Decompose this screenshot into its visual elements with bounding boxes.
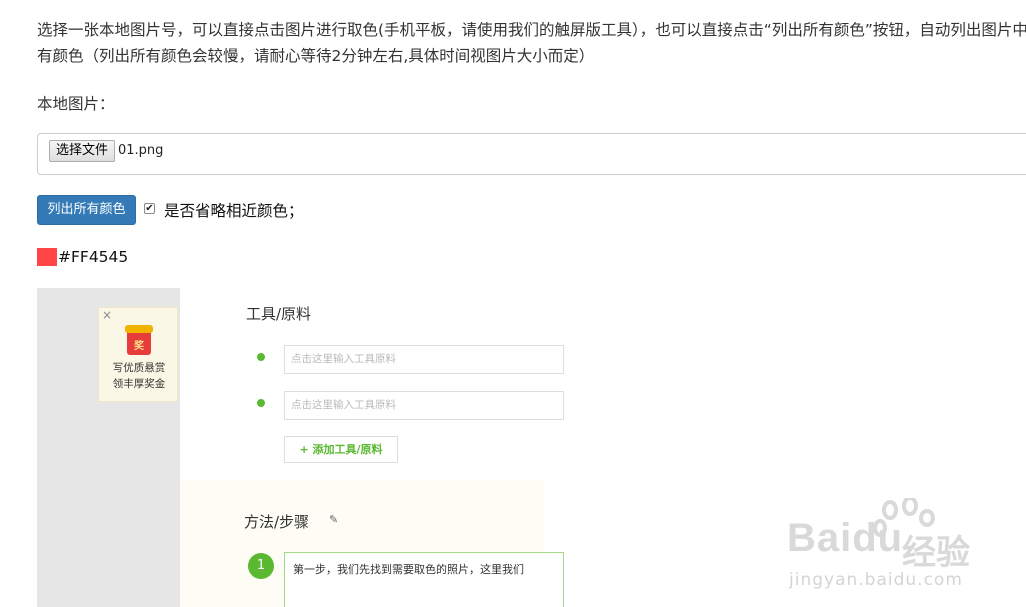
local-image-label: 本地图片： xyxy=(37,95,115,113)
intro-text: 选择一张本地图片号，可以直接点击图片进行取色(手机平板，请使用我们的触屏版工具）… xyxy=(37,17,1026,69)
reward-ad-card[interactable]: × 奖 写优质悬赏 领丰厚奖金 xyxy=(98,307,178,402)
ignore-similar-label: 是否省略相近颜色； xyxy=(164,202,304,220)
tools-section-title: 工具/原料 xyxy=(246,305,312,323)
preview-left-gutter: × 奖 写优质悬赏 领丰厚奖金 xyxy=(37,288,180,607)
color-swatch xyxy=(37,248,57,266)
ad-line-2: 领丰厚奖金 xyxy=(112,378,166,390)
loaded-image-preview[interactable]: × 奖 写优质悬赏 领丰厚奖金 工具/原料 点击这里输入工具原料 点击这里输入工… xyxy=(37,288,1026,607)
method-section: 方法/步骤 ✎ 1 第一步，我们先找到需要取色的照片，这里我们 xyxy=(180,480,564,607)
step-number-badge: 1 xyxy=(248,553,274,579)
list-all-colors-button[interactable]: 列出所有颜色 xyxy=(37,195,136,225)
tool-input-1[interactable]: 点击这里输入工具原料 xyxy=(284,345,564,374)
ad-line-1: 写优质悬赏 xyxy=(112,362,166,374)
watermark-brand-du: du xyxy=(852,516,904,560)
tool-input-2[interactable]: 点击这里输入工具原料 xyxy=(284,391,564,420)
intro-line-2: 有颜色（列出所有颜色会较慢，请耐心等待2分钟左右,具体时间视图片大小而定） xyxy=(37,47,595,65)
watermark-brand: Baidu xyxy=(787,516,903,561)
file-input-box[interactable]: 选择文件 01.png xyxy=(37,133,1026,175)
method-section-title: 方法/步骤 xyxy=(244,513,310,531)
step-text-box[interactable]: 第一步，我们先找到需要取色的照片，这里我们 xyxy=(284,552,564,607)
ignore-similar-checkbox[interactable]: ✔ xyxy=(144,203,155,214)
add-tool-button[interactable]: + 添加工具/原料 xyxy=(284,436,398,463)
watermark-cn: 经验 xyxy=(902,533,970,573)
reward-char: 奖 xyxy=(134,341,144,352)
baidu-watermark: Baidu 经验 jingyan.baidu.com xyxy=(787,498,1026,598)
picked-color-hex: #FF4545 xyxy=(58,248,129,266)
pencil-icon[interactable]: ✎ xyxy=(329,513,338,526)
red-envelope-icon: 奖 xyxy=(125,325,153,355)
close-icon[interactable]: × xyxy=(102,308,112,322)
bullet-dot xyxy=(257,353,265,361)
selected-file-name: 01.png xyxy=(118,143,164,158)
preview-editor-panel: 工具/原料 点击这里输入工具原料 点击这里输入工具原料 + 添加工具/原料 方法… xyxy=(180,288,564,607)
watermark-brand-bai: Bai xyxy=(787,516,853,560)
bullet-dot xyxy=(257,399,265,407)
intro-line-1: 选择一张本地图片号，可以直接点击图片进行取色(手机平板，请使用我们的触屏版工具）… xyxy=(37,21,1026,39)
watermark-url: jingyan.baidu.com xyxy=(789,570,963,590)
choose-file-button[interactable]: 选择文件 xyxy=(49,140,116,162)
